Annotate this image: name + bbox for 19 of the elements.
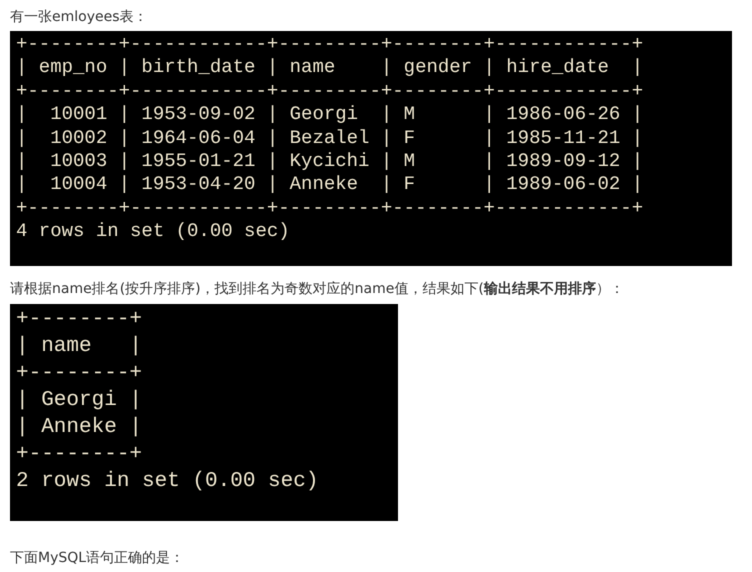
task-text: 请根据name排名(按升序排序)，找到排名为奇数对应的name值，结果如下(输出结果不用排序）： <box>10 280 625 299</box>
terminal-line: | 10004 | 1953-04-20 | Anneke | F | 1989-06-02 | <box>16 173 644 197</box>
terminal-line: +--------+ <box>16 306 142 333</box>
terminal-line: | Anneke | <box>16 414 142 441</box>
terminal-line: | 10001 | 1953-09-02 | Georgi | M | 1986-06-26 | <box>16 103 644 127</box>
terminal-line: | Georgi | <box>16 388 142 414</box>
terminal-line: | name | <box>16 334 142 360</box>
terminal-line: 4 rows in set (0.00 sec) <box>16 220 290 244</box>
terminal-line: | emp_no | birth_date | name | gender | hire_date | <box>16 56 644 80</box>
terminal-line: 2 rows in set (0.00 sec) <box>16 468 318 495</box>
terminal-line: +--------+ <box>16 360 142 387</box>
terminal-line: +--------+ <box>16 442 142 468</box>
terminal-line: +--------+------------+---------+--------+------------+ <box>16 80 644 104</box>
question-text: 下面MySQL语句正确的是： <box>10 548 186 568</box>
terminal-line: | 10003 | 1955-01-21 | Kycichi | M | 1989-09-12 | <box>16 150 644 174</box>
terminal-line: +--------+------------+---------+--------+------------+ <box>16 196 644 220</box>
terminal-line: | 10002 | 1964-06-04 | Bezalel | F | 1985-11-21 | <box>16 126 644 150</box>
terminal-line: +--------+------------+---------+--------+------------+ <box>16 33 644 56</box>
intro-text: 有一张emloyees表： <box>10 8 149 27</box>
